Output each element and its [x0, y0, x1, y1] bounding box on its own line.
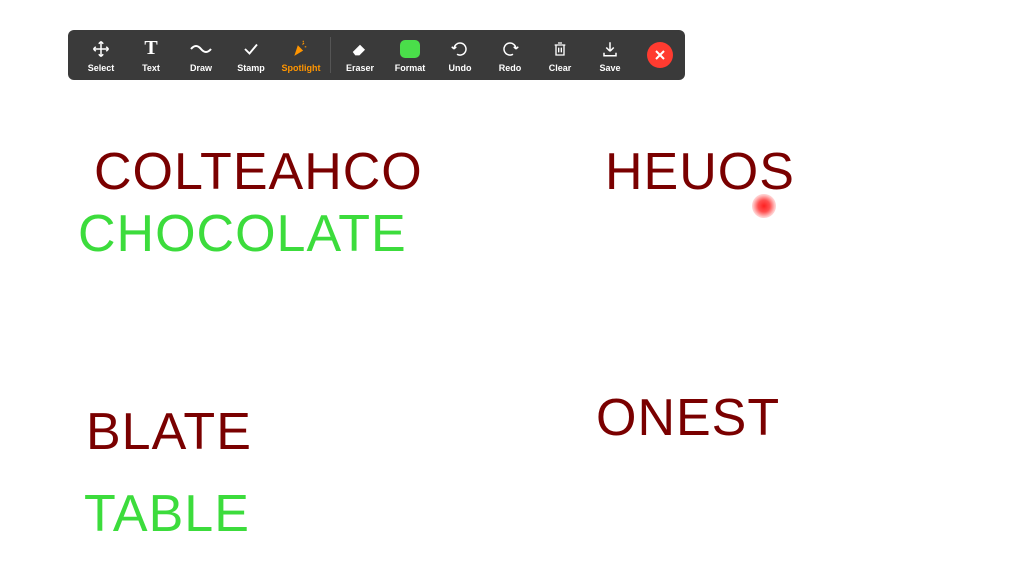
- scrambled-word-1: COLTEAHCO: [94, 142, 423, 202]
- scrambled-word-4: ONEST: [596, 388, 780, 448]
- answer-word-3: TABLE: [84, 484, 250, 544]
- scrambled-word-3: BLATE: [86, 402, 252, 462]
- scrambled-word-2: HEUOS: [605, 142, 795, 202]
- canvas-area[interactable]: COLTEAHCO CHOCOLATE HEUOS BLATE TABLE ON…: [0, 0, 1024, 584]
- spotlight-pointer: [752, 194, 776, 218]
- answer-word-1: CHOCOLATE: [78, 204, 407, 264]
